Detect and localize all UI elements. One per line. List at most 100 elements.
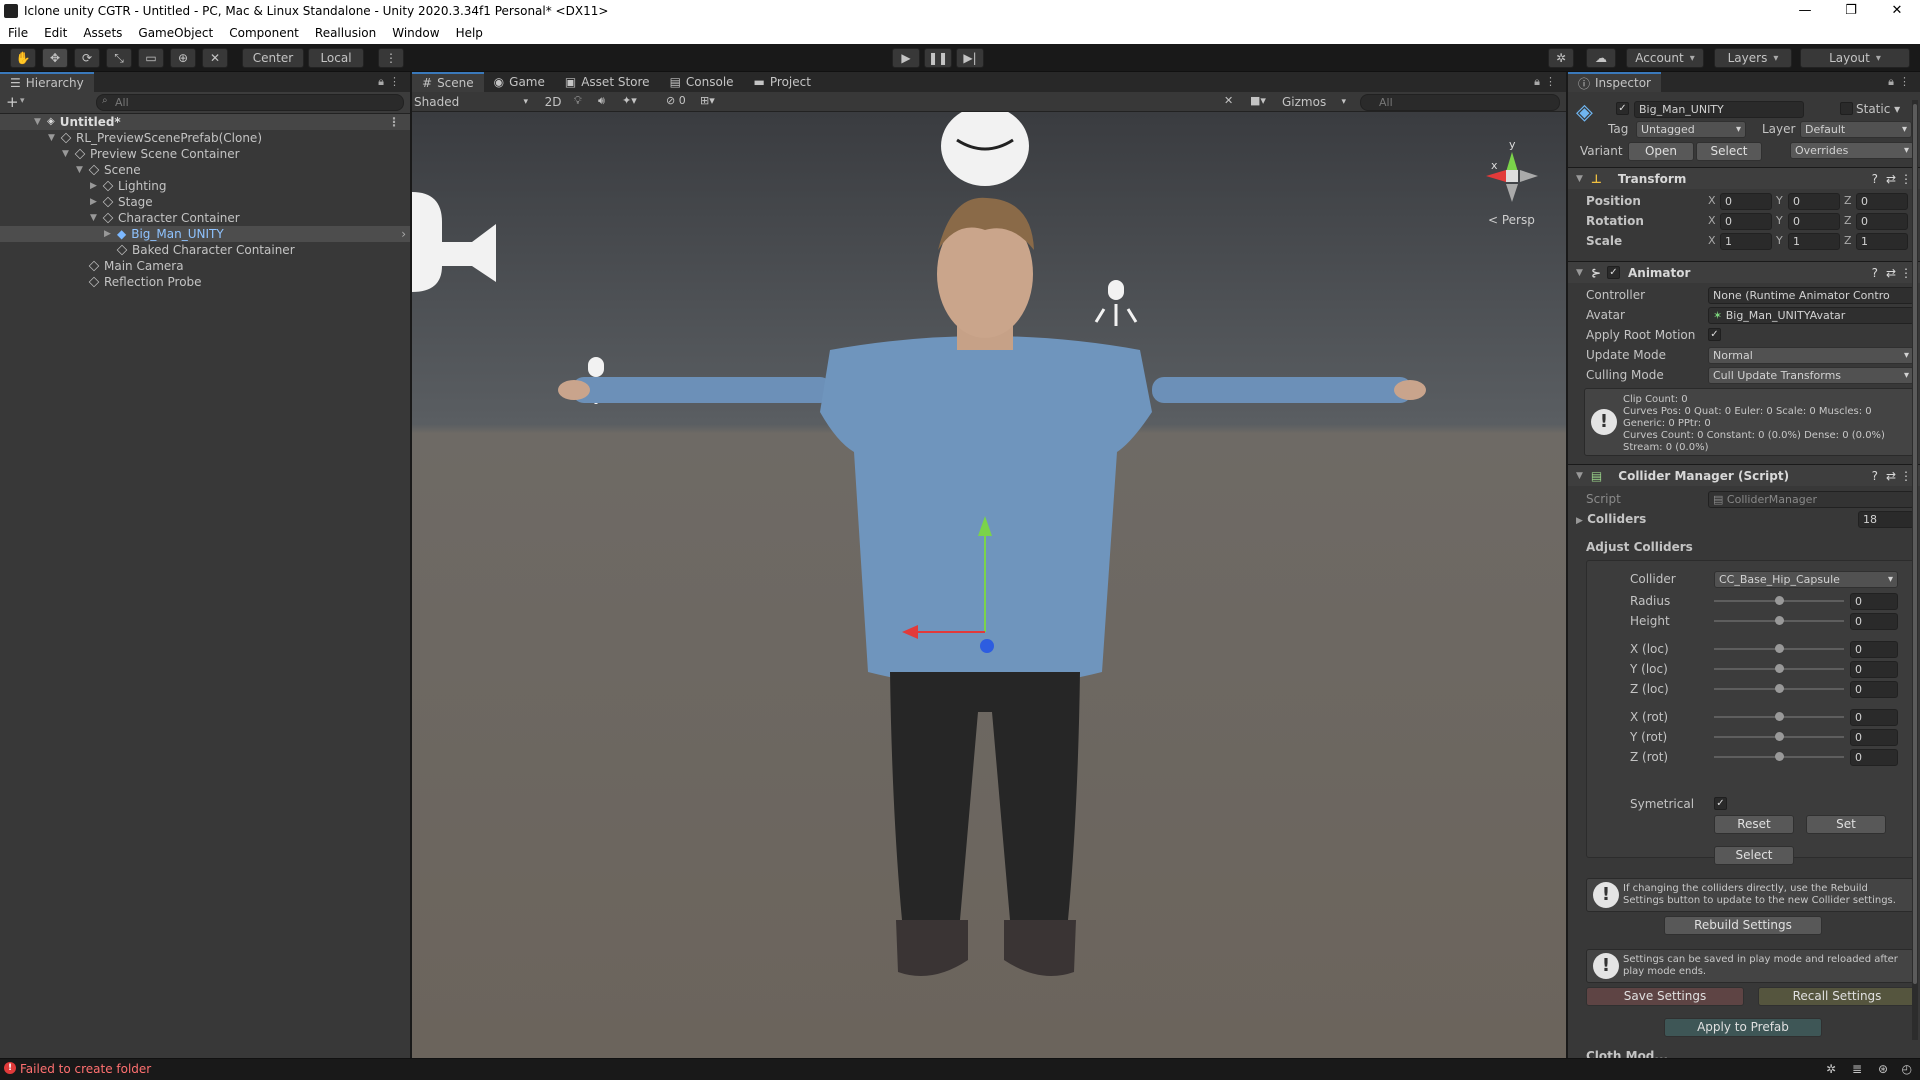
lighting-toggle-icon[interactable]: 💡︎ bbox=[574, 94, 582, 108]
param-value-field[interactable]: 0 bbox=[1850, 661, 1898, 678]
kebab-menu-icon[interactable]: ⋮ bbox=[389, 75, 400, 88]
lock-icon[interactable]: 🔒︎ bbox=[1888, 75, 1894, 89]
transform-z-field[interactable]: 0 bbox=[1856, 213, 1908, 230]
tab-game[interactable]: ◉ Game bbox=[484, 72, 555, 92]
component-menu-icon[interactable]: ⋮ bbox=[1900, 172, 1912, 186]
collapse-triangle-icon[interactable]: ▶ bbox=[90, 194, 100, 210]
account-dropdown[interactable]: Account bbox=[1626, 48, 1704, 68]
bug-report-icon[interactable]: ✲ bbox=[1826, 1062, 1836, 1076]
param-value-field[interactable]: 0 bbox=[1850, 681, 1898, 698]
cloud-icon[interactable]: ☁ bbox=[1586, 48, 1616, 68]
step-button[interactable]: ▶| bbox=[956, 48, 984, 68]
lock-icon[interactable]: 🔒︎ bbox=[1534, 75, 1540, 89]
select-collider-button[interactable]: Select bbox=[1714, 846, 1794, 865]
transform-tool-icon[interactable]: ⊕ bbox=[170, 48, 196, 68]
colliders-foldout[interactable]: ▶ Colliders bbox=[1576, 510, 1646, 528]
progress-icon[interactable]: ◴ bbox=[1902, 1062, 1912, 1076]
active-checkbox[interactable]: ✓ bbox=[1616, 102, 1629, 115]
maximize-button[interactable]: ❐ bbox=[1828, 0, 1874, 22]
list-item[interactable]: ▼ RL_PreviewScenePrefab(Clone) bbox=[48, 130, 262, 146]
param-value-field[interactable]: 0 bbox=[1850, 749, 1898, 766]
list-item[interactable]: ▼ Preview Scene Container bbox=[62, 146, 240, 162]
update-mode-dropdown[interactable]: Normal bbox=[1708, 347, 1914, 364]
tools-icon[interactable]: ✕ bbox=[1224, 94, 1233, 107]
tab-project[interactable]: ▬ Project bbox=[744, 72, 821, 92]
colliders-count-field[interactable]: 18 bbox=[1858, 511, 1914, 528]
tag-dropdown[interactable]: Untagged bbox=[1636, 121, 1746, 138]
pivot-local-button[interactable]: Local bbox=[308, 48, 364, 68]
camera-icon[interactable]: ■▾ bbox=[1250, 94, 1266, 107]
presets-icon[interactable]: ⇄ bbox=[1886, 266, 1896, 280]
transform-y-field[interactable]: 1 bbox=[1788, 233, 1840, 250]
collider-dropdown[interactable]: CC_Base_Hip_Capsule bbox=[1714, 571, 1898, 588]
transform-x-field[interactable]: 0 bbox=[1720, 213, 1772, 230]
menu-reallusion[interactable]: Reallusion bbox=[307, 26, 384, 40]
param-value-field[interactable]: 0 bbox=[1850, 613, 1898, 630]
help-icon[interactable]: ? bbox=[1872, 469, 1878, 483]
set-button[interactable]: Set bbox=[1806, 815, 1886, 834]
expand-triangle-icon[interactable]: ▼ bbox=[90, 210, 100, 226]
effects-toggle-icon[interactable]: ✦▾ bbox=[622, 94, 637, 107]
layers-dropdown[interactable]: Layers bbox=[1714, 48, 1792, 68]
param-value-field[interactable]: 0 bbox=[1850, 729, 1898, 746]
tab-inspector[interactable]: ⓘ Inspector bbox=[1568, 72, 1661, 92]
add-object-button[interactable]: + bbox=[6, 93, 19, 111]
param-slider-knob[interactable] bbox=[1775, 732, 1784, 741]
help-icon[interactable]: ? bbox=[1872, 172, 1878, 186]
object-name-field[interactable]: Big_Man_UNITY bbox=[1634, 101, 1804, 118]
shading-mode-dropdown[interactable]: Shaded ▾ bbox=[414, 94, 530, 110]
transform-z-field[interactable]: 1 bbox=[1856, 233, 1908, 250]
transform-x-field[interactable]: 1 bbox=[1720, 233, 1772, 250]
param-slider-knob[interactable] bbox=[1775, 752, 1784, 761]
param-slider-knob[interactable] bbox=[1775, 616, 1784, 625]
menu-file[interactable]: File bbox=[0, 26, 36, 40]
controller-field[interactable]: None (Runtime Animator Contro bbox=[1708, 287, 1914, 304]
collider-manager-header[interactable]: ▼ ▤ Collider Manager (Script) ? ⇄ ⋮ bbox=[1568, 464, 1920, 486]
stack-icon[interactable]: ≣ bbox=[1852, 1062, 1862, 1076]
menu-assets[interactable]: Assets bbox=[75, 26, 130, 40]
pause-button[interactable]: ❚❚ bbox=[924, 48, 952, 68]
collab-icon[interactable]: ✲ bbox=[1548, 48, 1574, 68]
network-icon[interactable]: ⊛ bbox=[1878, 1062, 1888, 1076]
add-dropdown-icon[interactable]: ▾ bbox=[20, 96, 25, 106]
menu-help[interactable]: Help bbox=[448, 26, 491, 40]
presets-icon[interactable]: ⇄ bbox=[1886, 172, 1896, 186]
scrollbar-thumb[interactable] bbox=[1913, 104, 1917, 984]
param-slider-knob[interactable] bbox=[1775, 712, 1784, 721]
grid-snap-icon[interactable]: ⋮ bbox=[378, 48, 404, 68]
foldout-arrow-icon[interactable]: ▼ bbox=[1576, 471, 1583, 481]
menu-gameobject[interactable]: GameObject bbox=[130, 26, 221, 40]
tab-asset-store[interactable]: ▣ Asset Store bbox=[555, 72, 660, 92]
foldout-arrow-icon[interactable]: ▼ bbox=[1576, 268, 1583, 278]
kebab-menu-icon[interactable]: ⋮ bbox=[1899, 75, 1910, 88]
scene-search-input[interactable]: All bbox=[1360, 94, 1560, 111]
list-item[interactable]: ▼ ◈ Untitled* ⋮ bbox=[34, 114, 404, 130]
grid-toggle-icon[interactable]: ⊞▾ bbox=[700, 94, 715, 107]
param-slider-knob[interactable] bbox=[1775, 684, 1784, 693]
presets-icon[interactable]: ⇄ bbox=[1886, 469, 1896, 483]
expand-triangle-icon[interactable]: ▼ bbox=[76, 162, 86, 178]
recall-settings-button[interactable]: Recall Settings bbox=[1758, 987, 1916, 1006]
list-item[interactable]: Baked Character Container bbox=[104, 242, 295, 258]
kebab-menu-icon[interactable]: ⋮ bbox=[1545, 75, 1556, 88]
symetrical-checkbox[interactable]: ✓ bbox=[1714, 797, 1727, 810]
transform-z-field[interactable]: 0 bbox=[1856, 193, 1908, 210]
transform-y-field[interactable]: 0 bbox=[1788, 213, 1840, 230]
list-item[interactable]: Reflection Probe bbox=[76, 274, 202, 290]
menu-edit[interactable]: Edit bbox=[36, 26, 75, 40]
play-button[interactable]: ▶ bbox=[892, 48, 920, 68]
foldout-arrow-icon[interactable]: ▶ bbox=[1576, 516, 1583, 526]
overrides-dropdown[interactable]: Overrides bbox=[1790, 142, 1914, 159]
tab-hierarchy[interactable]: ☰ Hierarchy bbox=[0, 72, 94, 92]
list-item[interactable]: ▶ ◆ Big_Man_UNITY › bbox=[104, 226, 406, 242]
scene-viewport[interactable]: x y < Persp bbox=[412, 112, 1566, 1058]
minimize-button[interactable]: — bbox=[1782, 0, 1828, 22]
root-motion-checkbox[interactable]: ✓ bbox=[1708, 328, 1721, 341]
close-button[interactable]: ✕ bbox=[1874, 0, 1920, 22]
transform-header[interactable]: ▼ ⊥ Transform ? ⇄ ⋮ bbox=[1568, 167, 1920, 189]
help-icon[interactable]: ? bbox=[1872, 266, 1878, 280]
hidden-objects-icon[interactable]: ⊘ 0 bbox=[666, 94, 686, 107]
chevron-right-icon[interactable]: › bbox=[401, 226, 406, 242]
param-slider-knob[interactable] bbox=[1775, 596, 1784, 605]
expand-triangle-icon[interactable]: ▼ bbox=[34, 114, 44, 130]
